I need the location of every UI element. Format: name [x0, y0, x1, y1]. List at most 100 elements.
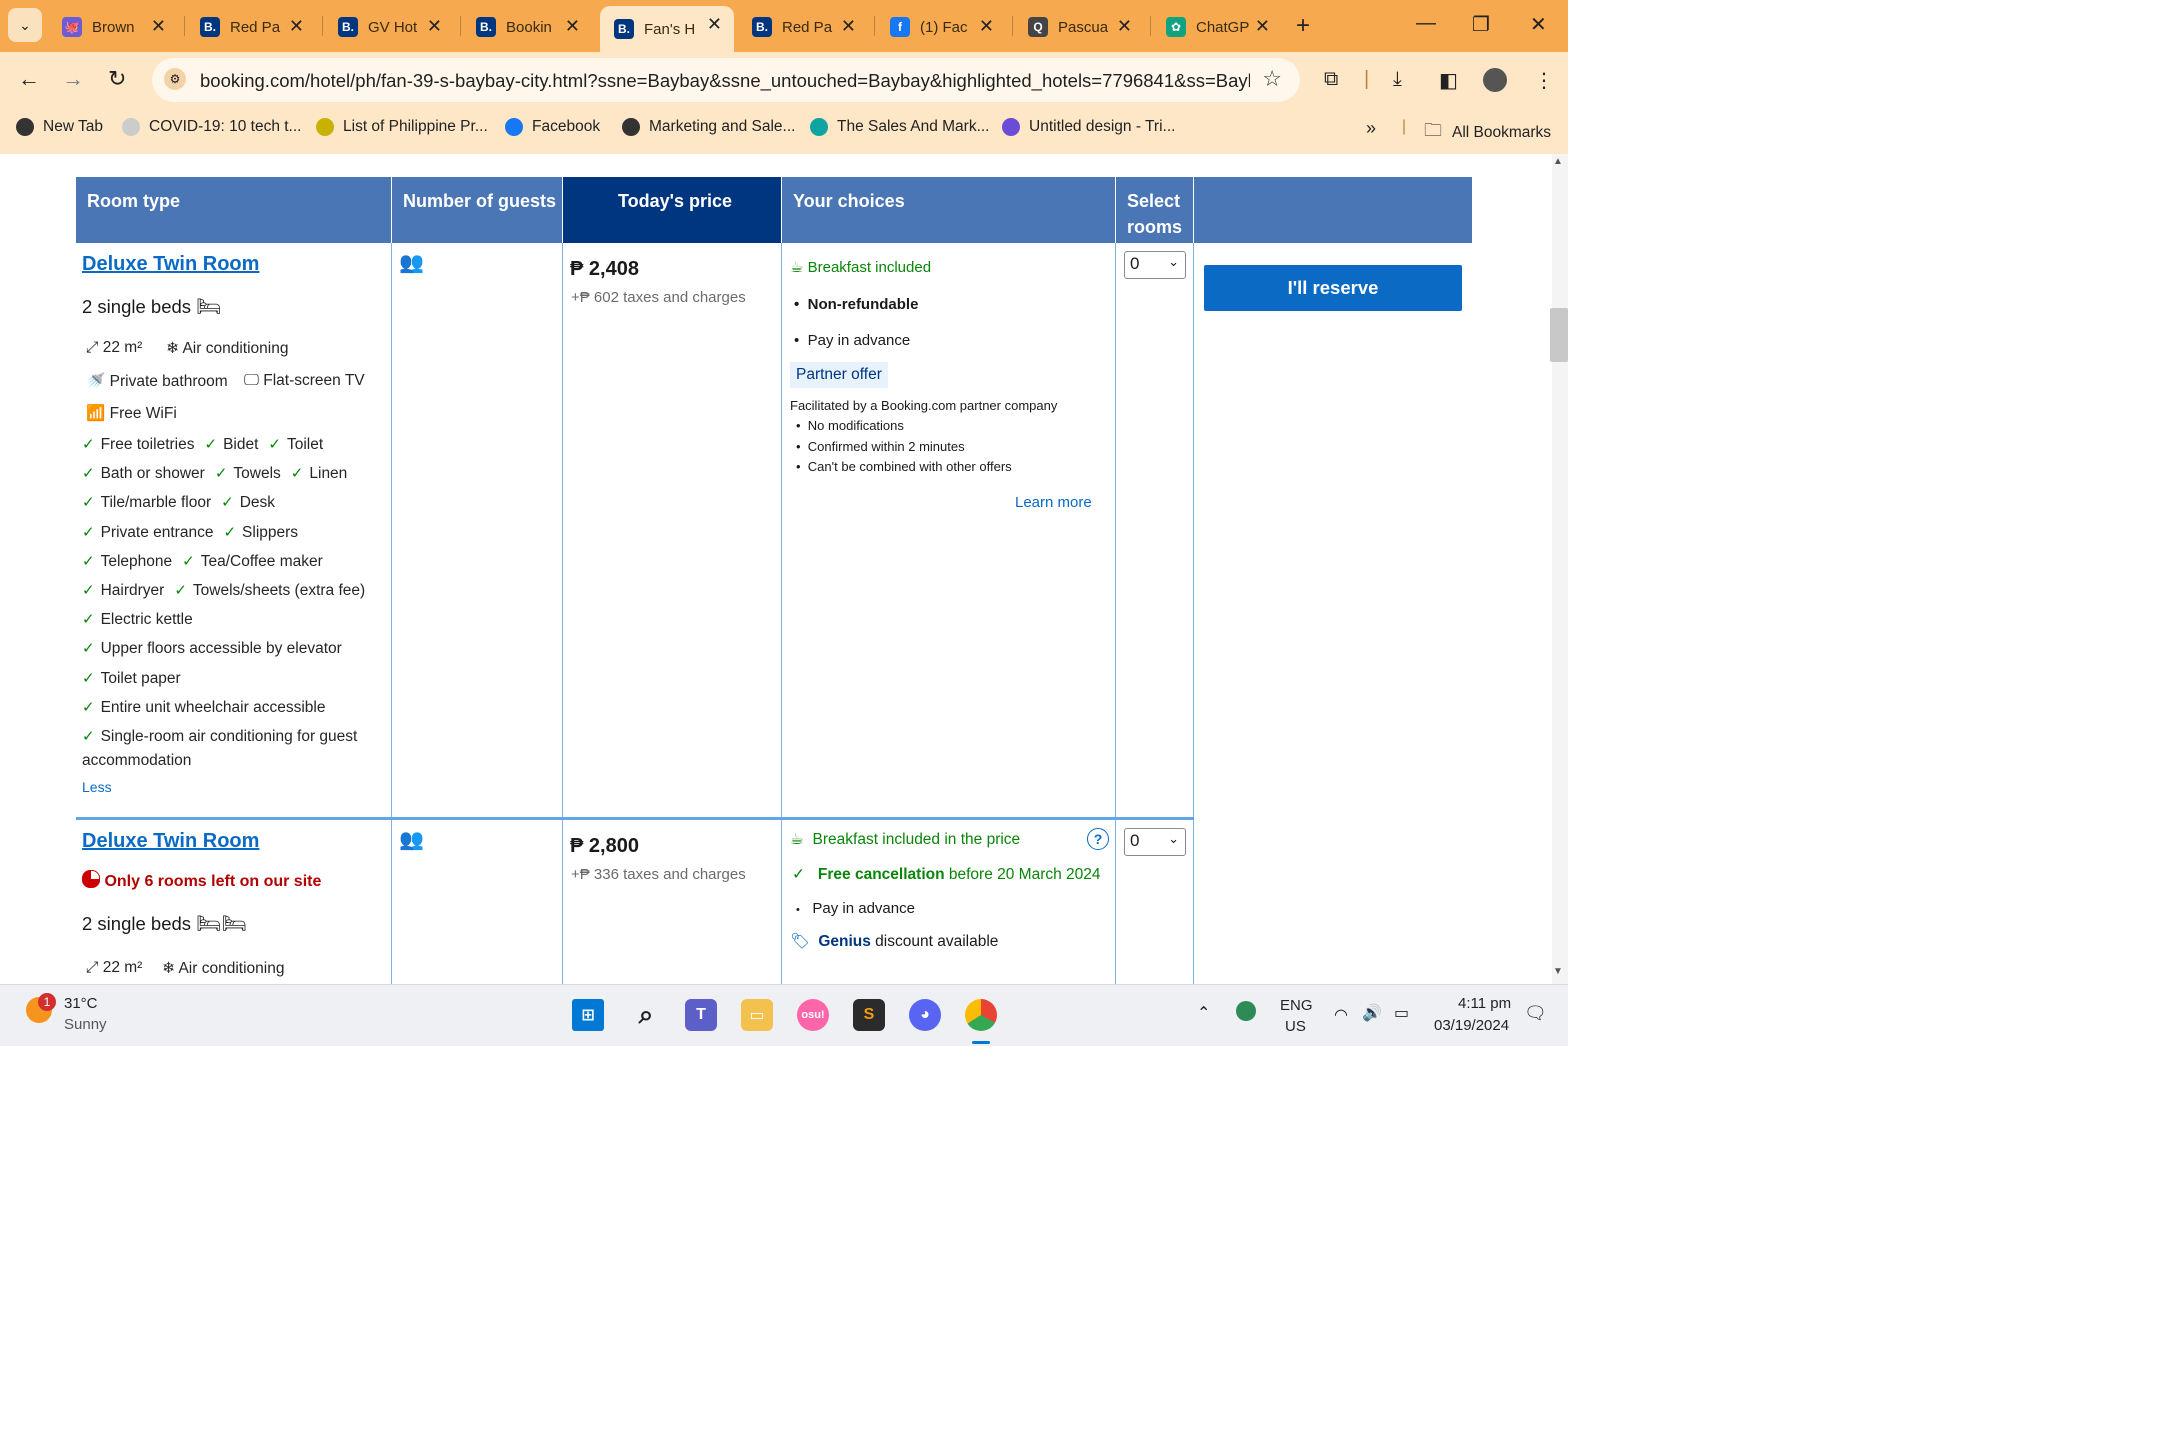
facility-ac: ❄ Air conditioning: [166, 339, 288, 358]
forward-button[interactable]: →: [62, 66, 84, 92]
all-bookmarks-button[interactable]: 🗀 All Bookmarks: [1424, 118, 1551, 148]
side-panel-icon[interactable]: ◧: [1439, 68, 1458, 93]
scarcity-message: Only 6 rooms left on our site: [82, 870, 321, 891]
room-quantity-select[interactable]: 0 ⌄: [1124, 828, 1186, 856]
close-tab-icon[interactable]: ✕: [1255, 16, 1270, 37]
volume-icon[interactable]: 🔊: [1362, 1003, 1382, 1023]
tab-separator: [1150, 16, 1151, 36]
bookmark-item[interactable]: Marketing and Sale...: [622, 118, 795, 136]
bookmark-star-icon[interactable]: ☆: [1262, 66, 1282, 92]
tab-title: Brown: [92, 18, 135, 36]
lang-bottom[interactable]: US: [1285, 1018, 1306, 1035]
bookmark-item[interactable]: Facebook: [505, 118, 600, 136]
weather-desc[interactable]: Sunny: [64, 1016, 107, 1033]
menu-kebab-icon[interactable]: ⋮: [1534, 68, 1554, 93]
amenity-row: ✓ Telephone ✓ Tea/Coffee maker: [82, 552, 333, 571]
notifications-icon[interactable]: 🗨: [1524, 1003, 1547, 1024]
chevron-down-icon: ⌄: [1168, 254, 1179, 269]
close-tab-icon[interactable]: ✕: [151, 16, 166, 37]
lang-top[interactable]: ENG: [1280, 997, 1313, 1014]
browser-tab[interactable]: ✿ ChatGP ✕: [1152, 8, 1282, 46]
checkmark-icon: ✓: [82, 611, 95, 629]
bookmark-item[interactable]: Untitled design - Tri...: [1002, 118, 1175, 136]
bed-icon: 🛏: [196, 296, 222, 318]
room-quantity-select[interactable]: 0 ⌄: [1124, 251, 1186, 279]
bookmark-item[interactable]: COVID-19: 10 tech t...: [122, 118, 301, 136]
teams-icon[interactable]: T: [685, 999, 717, 1031]
column-divider: [1115, 243, 1116, 984]
size-label: 22 m²: [102, 339, 143, 356]
browser-tab[interactable]: B. Red Pa ✕: [186, 8, 316, 46]
sublime-text-icon[interactable]: S: [853, 999, 885, 1031]
amenity-wrap-text: accommodation: [82, 752, 192, 769]
browser-tab[interactable]: B. GV Hot ✕: [324, 8, 454, 46]
page-scrollbar[interactable]: [1552, 154, 1568, 984]
browser-tab[interactable]: 🐙 Brown ✕: [48, 8, 178, 46]
bookmark-item[interactable]: New Tab: [16, 118, 103, 136]
amenity-label: Telephone: [100, 552, 173, 570]
profile-avatar[interactable]: [1483, 68, 1507, 92]
facility-label: Free WiFi: [109, 405, 177, 422]
file-explorer-icon[interactable]: ▭: [741, 999, 773, 1031]
amenity-row: ✓ Free toiletries ✓ Bidet ✓ Toilet: [82, 435, 333, 454]
scroll-down-arrow-icon[interactable]: ▼: [1553, 966, 1563, 977]
help-icon[interactable]: ?: [1087, 828, 1109, 850]
less-link[interactable]: Less: [82, 779, 112, 795]
battery-icon[interactable]: ▭: [1394, 1003, 1409, 1023]
restore-button[interactable]: ❐: [1472, 12, 1490, 37]
scrollbar-thumb[interactable]: [1550, 308, 1568, 362]
room-name-link[interactable]: Deluxe Twin Room: [82, 253, 259, 276]
search-icon[interactable]: ⌕: [630, 999, 662, 1031]
new-tab-button[interactable]: +: [1296, 12, 1310, 40]
close-tab-icon[interactable]: ✕: [707, 14, 722, 35]
clock-time[interactable]: 4:11 pm: [1458, 995, 1511, 1012]
browser-tab[interactable]: B. Bookin ✕: [462, 8, 592, 46]
close-tab-icon[interactable]: ✕: [565, 16, 580, 37]
partner-bullet-label: Confirmed within 2 minutes: [807, 438, 965, 454]
bookmark-label: Untitled design - Tri...: [1029, 118, 1176, 135]
tv-icon: 🖵: [244, 372, 259, 389]
close-tab-icon[interactable]: ✕: [289, 16, 304, 37]
amenity-row: ✓ Bath or shower ✓ Towels ✓ Linen: [82, 464, 357, 483]
browser-tab[interactable]: B. Fan's H ✕: [600, 6, 734, 52]
bookmarks-overflow-button[interactable]: »: [1366, 118, 1376, 139]
reload-button[interactable]: ↻: [108, 66, 126, 92]
weather-temp[interactable]: 31°C: [64, 995, 98, 1012]
browser-tab[interactable]: f (1) Fac ✕: [876, 8, 1006, 46]
amenity-item: ✓ Towels: [215, 465, 281, 482]
reserve-button[interactable]: I'll reserve: [1204, 265, 1462, 311]
browser-tab[interactable]: Q Pascua ✕: [1014, 8, 1144, 46]
close-window-button[interactable]: ✕: [1530, 12, 1547, 37]
site-info-icon[interactable]: ⚙: [164, 68, 186, 90]
url-text[interactable]: booking.com/hotel/ph/fan-39-s-baybay-cit…: [200, 70, 1250, 92]
chevron-up-icon[interactable]: ⌃: [1197, 1003, 1210, 1023]
windows-start-icon[interactable]: ⊞: [572, 999, 604, 1031]
tab-search-button[interactable]: ⌄: [8, 8, 42, 42]
close-tab-icon[interactable]: ✕: [427, 16, 442, 37]
extensions-icon[interactable]: ⧉: [1324, 68, 1338, 91]
address-bar[interactable]: ⚙ booking.com/hotel/ph/fan-39-s-baybay-c…: [152, 58, 1300, 102]
two-guests-icon: 👥: [399, 252, 424, 274]
back-button[interactable]: ←: [18, 66, 40, 92]
wifi-icon[interactable]: ◠: [1334, 1005, 1348, 1025]
partner-bullet: • Confirmed within 2 minutes: [796, 439, 965, 454]
bookmark-item[interactable]: The Sales And Mark...: [810, 118, 990, 136]
chrome-icon[interactable]: [965, 999, 997, 1031]
minimize-button[interactable]: —: [1416, 12, 1436, 35]
scroll-up-arrow-icon[interactable]: ▲: [1553, 156, 1563, 167]
close-tab-icon[interactable]: ✕: [979, 16, 994, 37]
osu-icon[interactable]: osu!: [797, 999, 829, 1031]
room-name-link[interactable]: Deluxe Twin Room: [82, 830, 259, 853]
learn-more-link[interactable]: Learn more: [1015, 494, 1092, 511]
tray-app-icon[interactable]: [1236, 1001, 1256, 1021]
amenity-label: Electric kettle: [100, 611, 193, 629]
cancellation-date: before 20 March 2024: [948, 866, 1101, 883]
close-tab-icon[interactable]: ✕: [841, 16, 856, 37]
amenity-item: ✓ Electric kettle: [82, 611, 193, 628]
browser-tab[interactable]: B. Red Pa ✕: [738, 8, 868, 46]
close-tab-icon[interactable]: ✕: [1117, 16, 1132, 37]
bookmark-item[interactable]: List of Philippine Pr...: [316, 118, 488, 136]
clock-date[interactable]: 03/19/2024: [1434, 1017, 1509, 1034]
download-icon[interactable]: ⤓: [1393, 68, 1402, 91]
discord-icon[interactable]: ◕: [909, 999, 941, 1031]
